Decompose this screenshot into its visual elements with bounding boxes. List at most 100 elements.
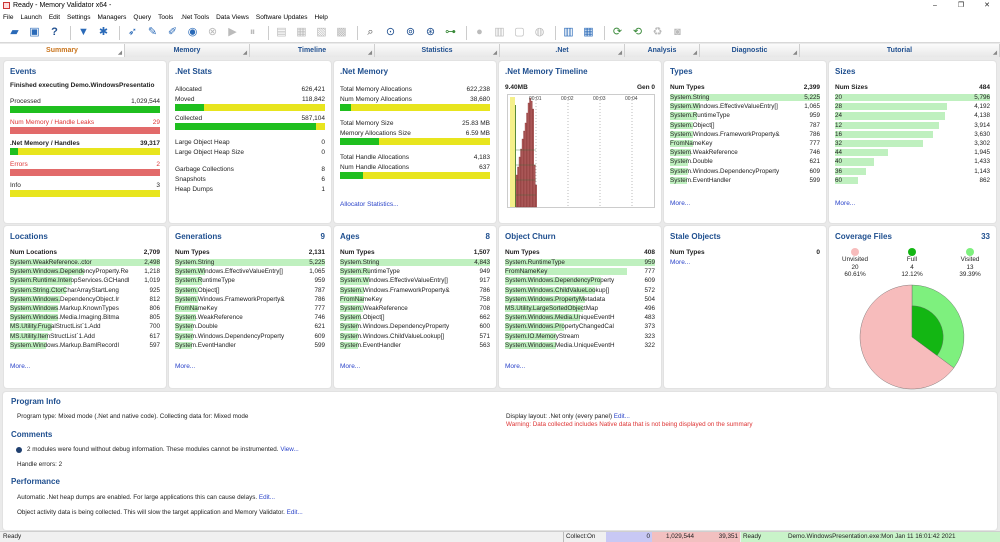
list-item[interactable]: System.Windows.PropertyMetadata 504 <box>505 295 655 304</box>
minimize-button[interactable]: – <box>922 0 948 11</box>
list-item[interactable]: System.Windows.EffectiveValueEntry[] 1,06… <box>670 102 820 111</box>
object-activity-edit-link[interactable]: Edit... <box>287 509 303 516</box>
list-item[interactable]: FromNameKey 777 <box>175 304 325 313</box>
reload-icon[interactable]: ⟳ <box>609 25 626 41</box>
list-item[interactable]: 20 5,796 <box>835 93 990 102</box>
list-icon[interactable]: ⟲ <box>629 25 646 41</box>
allocator-statistics-link[interactable]: Allocator Statistics... <box>340 200 490 209</box>
list-item[interactable]: FromNameKey 777 <box>670 139 820 148</box>
list-item[interactable]: System.Windows.DependencyProperty 609 <box>670 167 820 176</box>
play-icon[interactable]: ▶ <box>224 25 241 41</box>
wait-icon[interactable]: ✐ <box>164 25 181 41</box>
camera-icon[interactable]: ◙ <box>669 25 686 41</box>
tab-net[interactable]: .Net ◢ <box>500 44 625 57</box>
settings-icon[interactable]: ✱ <box>95 25 112 41</box>
list-item[interactable]: System.WeakReference 746 <box>670 148 820 157</box>
list-item[interactable]: MS.Utility.ItemStructList`1.Add 617 <box>10 332 160 341</box>
list-item[interactable]: System.WeakReference..ctor 2,498 <box>10 258 160 267</box>
list-item[interactable]: System.String 5,225 <box>175 258 325 267</box>
list-item[interactable]: System.Windows.DependencyProperty 600 <box>340 322 490 331</box>
list-item[interactable]: 36 1,143 <box>835 167 990 176</box>
tab-memory[interactable]: Memory ◢ <box>125 44 250 57</box>
tab-statistics[interactable]: Statistics ◢ <box>375 44 500 57</box>
menu-edit[interactable]: Edit <box>49 14 60 21</box>
heap-icon[interactable]: ▦ <box>293 25 310 41</box>
recycle-icon[interactable]: ♻ <box>649 25 666 41</box>
list-item[interactable]: System.RuntimeType 949 <box>340 267 490 276</box>
list-item[interactable]: MS.Utility.LargeSortedObjectMap 496 <box>505 304 655 313</box>
tab-diagnostic[interactable]: Diagnostic ◢ <box>700 44 800 57</box>
list-item[interactable]: System.Windows.ChildValueLookup[] 571 <box>340 332 490 341</box>
find-object-icon[interactable]: ⊙ <box>382 25 399 41</box>
list-item[interactable]: 12 3,914 <box>835 121 990 130</box>
menu-launch[interactable]: Launch <box>20 14 41 21</box>
list-item[interactable]: System.String 4,843 <box>340 258 490 267</box>
snapshot-icon[interactable]: ▧ <box>313 25 330 41</box>
dotnet-icon[interactable]: ▥ <box>491 25 508 41</box>
pause-icon[interactable]: ⏸ <box>244 25 261 41</box>
tab-tutorial[interactable]: Tutorial ◢ <box>800 44 1000 57</box>
list-item[interactable]: System.RuntimeType 959 <box>670 111 820 120</box>
types-more-link[interactable]: More... <box>670 199 820 208</box>
archive-icon[interactable]: ▩ <box>333 25 350 41</box>
menu-tools[interactable]: Tools <box>158 14 173 21</box>
list-item[interactable]: System.EventHandler 599 <box>670 176 820 185</box>
list-item[interactable]: System.RuntimeType 959 <box>175 276 325 285</box>
list-item[interactable]: System.Windows.ChildValueLookup[] 572 <box>505 286 655 295</box>
list-item[interactable]: System.WeakReference 746 <box>175 313 325 322</box>
monitor-icon[interactable]: ◉ <box>184 25 201 41</box>
help-icon[interactable]: ? <box>46 25 63 41</box>
menu-help[interactable]: Help <box>315 14 328 21</box>
menu-file[interactable]: File <box>3 14 13 21</box>
maximize-button[interactable]: ❐ <box>948 0 974 11</box>
tree-icon[interactable]: ⊶ <box>442 25 459 41</box>
gc-icon[interactable]: ▢ <box>511 25 528 41</box>
list-item[interactable]: System.Windows.DependencyProperty 609 <box>175 332 325 341</box>
list-item[interactable]: 16 3,630 <box>835 130 990 139</box>
locations-more-link[interactable]: More... <box>10 362 160 371</box>
list-item[interactable]: FromNameKey 777 <box>505 267 655 276</box>
leak-icon[interactable]: ● <box>471 25 488 41</box>
menu-software-updates[interactable]: Software Updates <box>256 14 308 21</box>
list-item[interactable]: System.Windows.DependencyProperty.Re 1,21… <box>10 267 160 276</box>
list-item[interactable]: System.Runtime.InteropServices.GCHandl 1,… <box>10 276 160 285</box>
list-item[interactable]: System.Windows.Markup.KnownTypes 806 <box>10 304 160 313</box>
list-item[interactable]: System.Windows.Media.UniqueEventH 322 <box>505 341 655 350</box>
list-item[interactable]: System.Object[] 787 <box>670 121 820 130</box>
list-item[interactable]: System.WeakReference 708 <box>340 304 490 313</box>
list-item[interactable]: System.Double 621 <box>175 322 325 331</box>
list-item[interactable]: System.String.CtorCharArrayStartLeng 925 <box>10 286 160 295</box>
menu-query[interactable]: Query <box>133 14 151 21</box>
timeline-icon[interactable]: ▥ <box>560 25 577 41</box>
list-item[interactable]: System.Object[] 787 <box>175 286 325 295</box>
grid-icon[interactable]: ▦ <box>580 25 597 41</box>
tab-timeline[interactable]: Timeline ◢ <box>250 44 375 57</box>
list-item[interactable]: System.Windows.EffectiveValueEntry[] 917 <box>340 276 490 285</box>
view-modules-link[interactable]: View... <box>280 446 298 453</box>
search-icon[interactable]: ⌕ <box>362 25 379 41</box>
list-item[interactable]: System.Double 621 <box>670 157 820 166</box>
ages-more-link[interactable]: More... <box>340 362 490 371</box>
list-item[interactable]: System.EventHandler 563 <box>340 341 490 350</box>
stale-more-link[interactable]: More... <box>670 258 820 267</box>
menu-data-views[interactable]: Data Views <box>216 14 249 21</box>
tab-analysis[interactable]: Analysis ◢ <box>625 44 700 57</box>
menu-settings[interactable]: Settings <box>67 14 91 21</box>
display-layout-edit-link[interactable]: Edit... <box>614 413 630 420</box>
stop-icon[interactable]: ⊗ <box>204 25 221 41</box>
list-item[interactable]: 24 4,138 <box>835 111 990 120</box>
list-item[interactable]: System.String 5,225 <box>670 93 820 102</box>
list-item[interactable]: 60 862 <box>835 176 990 185</box>
refresh-icon[interactable]: ◍ <box>531 25 548 41</box>
generations-more-link[interactable]: More... <box>175 362 325 371</box>
list-item[interactable]: 40 1,433 <box>835 157 990 166</box>
launch-icon[interactable]: ➶ <box>124 25 141 41</box>
find-address-icon[interactable]: ⊚ <box>402 25 419 41</box>
menu-net-tools[interactable]: .Net Tools <box>180 14 209 21</box>
list-item[interactable]: 44 1,945 <box>835 148 990 157</box>
list-item[interactable]: System.IO.MemoryStream 323 <box>505 332 655 341</box>
list-item[interactable]: System.EventHandler 599 <box>175 341 325 350</box>
save-icon[interactable]: ▣ <box>26 25 43 41</box>
list-item[interactable]: 32 3,302 <box>835 139 990 148</box>
query-icon[interactable]: ⊛ <box>422 25 439 41</box>
